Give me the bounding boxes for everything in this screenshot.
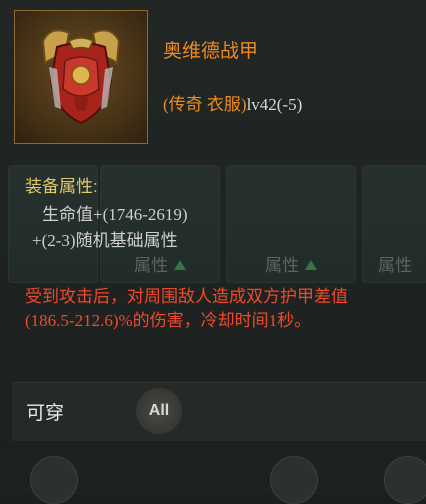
armor-breastplate-icon (41, 29, 121, 125)
background-card: 属性 (362, 165, 426, 283)
item-type-prefix: (传奇 衣服) (163, 95, 247, 114)
item-effect-text: 受到攻击后，对周围敌人造成双方护甲差值(186.5-212.6)%的伤害，冷却时… (25, 287, 348, 330)
up-arrow-icon (305, 260, 317, 270)
attributes-title: 装备属性: (25, 177, 98, 196)
item-name: 奥维德战甲 (163, 41, 259, 62)
wearable-label: 可穿 (26, 403, 65, 424)
item-icon-frame (14, 10, 148, 144)
up-arrow-icon (174, 260, 186, 270)
armor-tab-icon[interactable] (30, 456, 78, 504)
background-card-label: 属性 (265, 256, 299, 275)
item-level: lv42(-5) (246, 95, 303, 114)
fist-tab-icon[interactable] (270, 456, 318, 504)
shield-tab-icon[interactable] (384, 456, 426, 504)
background-card: 属性 (226, 165, 356, 283)
item-type: (传奇 衣服)lv42(-5) (163, 90, 302, 115)
bottom-icon-strip (0, 448, 426, 504)
background-card-label: 属性 (378, 256, 412, 275)
wearable-bar (12, 382, 426, 441)
attribute-line-hp: 生命值+(1746-2619) (42, 205, 188, 224)
attribute-line-random: +(2-3)随机基础属性 (32, 231, 178, 250)
background-card-label: 属性 (134, 256, 168, 275)
item-tooltip-panel: 属性 属性 属性 奥维德战甲 (传奇 衣服)lv42(-5) 装备属性: 生命值… (0, 0, 426, 504)
class-badge: All (136, 388, 182, 434)
